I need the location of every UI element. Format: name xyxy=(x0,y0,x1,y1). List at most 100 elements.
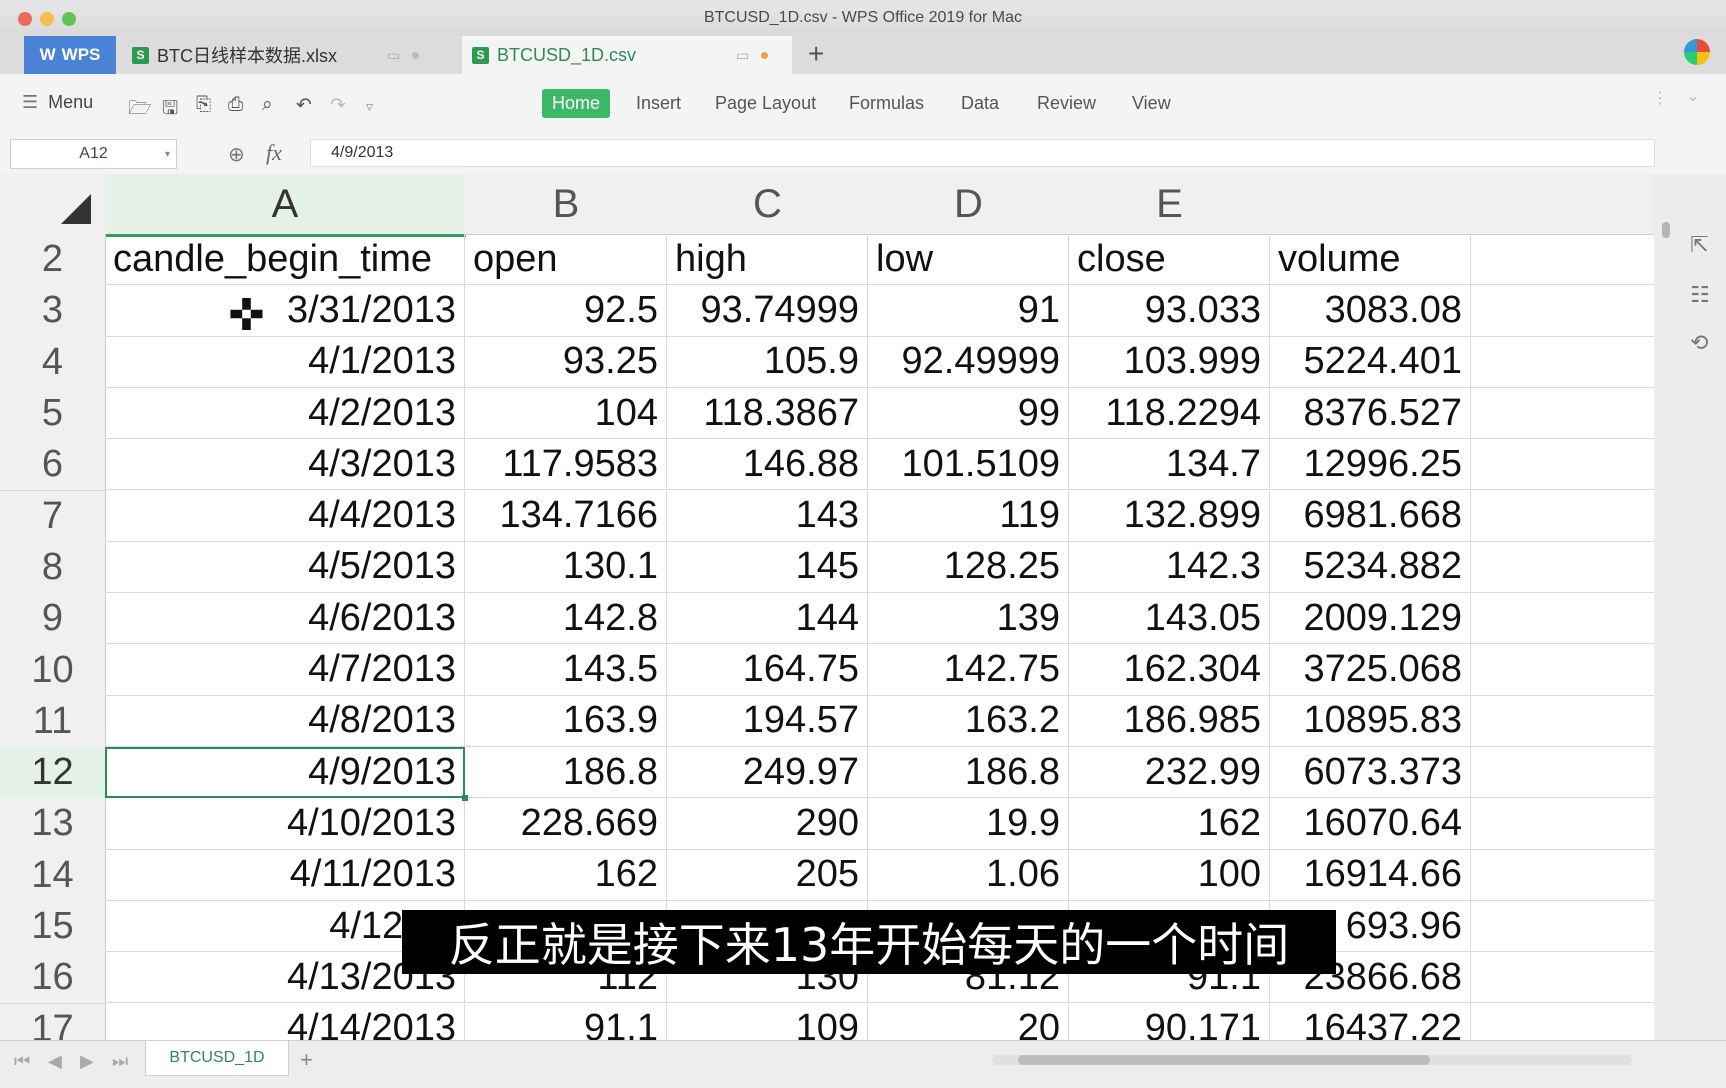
table-cell[interactable]: 99 xyxy=(868,387,1069,440)
table-cell[interactable]: 3/31/2013 xyxy=(105,285,465,337)
wps-home-tab[interactable]: W WPS xyxy=(24,36,116,74)
table-cell[interactable]: 12996.25 xyxy=(1270,439,1471,491)
table-cell[interactable]: 10895.83 xyxy=(1270,695,1471,747)
table-cell[interactable]: 134.7166 xyxy=(465,490,667,542)
table-cell[interactable]: 103.999 xyxy=(1069,336,1270,388)
row-header[interactable]: 8 xyxy=(0,541,106,595)
customize-toolbar-icon[interactable]: ▿ xyxy=(366,98,373,115)
row-header[interactable]: 17 xyxy=(0,1003,106,1040)
tab-data[interactable]: Data xyxy=(951,89,1009,118)
open-folder-icon[interactable]: 🗁 xyxy=(128,94,152,126)
table-cell[interactable] xyxy=(1471,439,1654,491)
table-cell[interactable]: 134.7 xyxy=(1069,439,1270,491)
table-cell[interactable] xyxy=(1471,644,1654,696)
tab-btc-xlsx[interactable]: S BTC日线样本数据.xlsx ▭ xyxy=(122,36,452,74)
table-cell[interactable] xyxy=(1471,850,1654,901)
row-header[interactable]: 3 xyxy=(0,285,106,338)
table-cell[interactable]: 130.1 xyxy=(465,541,667,594)
name-box[interactable]: A12 ▾ xyxy=(10,139,177,169)
prev-sheet-icon[interactable]: ◀ xyxy=(48,1051,62,1072)
tab-preview-icon[interactable]: ▭ xyxy=(736,47,749,64)
table-cell[interactable]: 232.99 xyxy=(1069,747,1270,799)
tab-page-layout[interactable]: Page Layout xyxy=(705,89,826,118)
table-cell[interactable]: 4/7/2013 xyxy=(105,644,465,696)
table-cell[interactable] xyxy=(1471,388,1654,440)
user-avatar[interactable] xyxy=(1684,39,1710,65)
row-header[interactable]: 15 xyxy=(0,900,106,954)
table-cell[interactable] xyxy=(1471,542,1654,594)
table-cell[interactable]: 8376.527 xyxy=(1270,387,1471,440)
table-cell[interactable]: 4/10/2013 xyxy=(105,798,465,850)
table-cell[interactable]: 93.74999 xyxy=(667,285,868,337)
tab-view[interactable]: View xyxy=(1122,89,1181,118)
table-cell[interactable]: 5224.401 xyxy=(1270,336,1471,388)
table-cell[interactable]: 194.57 xyxy=(667,695,868,747)
header-cell[interactable]: volume xyxy=(1270,234,1471,286)
table-cell[interactable]: 4/5/2013 xyxy=(105,541,465,594)
first-sheet-icon[interactable]: ⏮ xyxy=(14,1051,30,1072)
horizontal-scrollbar-thumb[interactable] xyxy=(1018,1055,1430,1065)
tab-review[interactable]: Review xyxy=(1027,89,1106,118)
fill-handle[interactable] xyxy=(462,795,468,802)
header-cell[interactable]: open xyxy=(465,234,667,286)
table-cell[interactable]: 4/2/2013 xyxy=(105,387,465,440)
table-cell[interactable] xyxy=(1471,285,1654,337)
row-header[interactable]: 6 xyxy=(0,439,106,492)
undo-icon[interactable]: ↶ xyxy=(296,94,312,117)
table-cell[interactable]: 142.8 xyxy=(465,593,667,645)
table-cell[interactable]: 6981.668 xyxy=(1270,490,1471,542)
column-header-f[interactable] xyxy=(1270,174,1472,235)
table-cell[interactable]: 100 xyxy=(1069,849,1270,901)
table-cell[interactable] xyxy=(1471,696,1654,747)
table-cell[interactable]: 104 xyxy=(465,387,667,440)
table-cell[interactable]: 4/9/2013 xyxy=(105,747,465,799)
table-cell[interactable]: 5234.882 xyxy=(1270,541,1471,594)
more-options-icon[interactable]: ⋮ xyxy=(1652,88,1668,108)
column-header-c[interactable]: C xyxy=(667,174,869,235)
table-cell[interactable]: 290 xyxy=(667,798,868,850)
table-cell[interactable]: 163.2 xyxy=(868,695,1069,747)
export-icon[interactable]: ⎘ xyxy=(196,94,211,116)
table-cell[interactable]: 143.5 xyxy=(465,644,667,696)
header-cell[interactable]: candle_begin_time xyxy=(105,234,465,286)
formula-input[interactable]: 4/9/2013 xyxy=(310,139,1655,167)
table-cell[interactable]: 144 xyxy=(667,593,868,645)
menu-button[interactable]: ☰ Menu xyxy=(22,92,93,113)
table-cell[interactable] xyxy=(1471,234,1654,286)
table-cell[interactable]: 119 xyxy=(868,490,1069,542)
table-cell[interactable]: 90.171 xyxy=(1069,1003,1270,1040)
row-header[interactable]: 9 xyxy=(0,593,106,646)
collapse-ribbon-icon[interactable]: ⌄ xyxy=(1686,86,1699,106)
column-header-g[interactable] xyxy=(1471,174,1654,235)
column-header-a[interactable]: A xyxy=(105,174,466,237)
table-cell[interactable]: 16437.22 xyxy=(1270,1003,1471,1040)
table-cell[interactable]: 143 xyxy=(667,490,868,542)
table-cell[interactable]: 228.669 xyxy=(465,798,667,850)
redo-icon[interactable]: ↷ xyxy=(330,94,346,117)
table-cell[interactable]: 249.97 xyxy=(667,747,868,799)
column-header-e[interactable]: E xyxy=(1069,174,1271,235)
tab-preview-icon[interactable]: ▭ xyxy=(387,47,400,64)
table-cell[interactable]: 132.899 xyxy=(1069,490,1270,542)
table-cell[interactable]: 3725.068 xyxy=(1270,644,1471,696)
row-header[interactable]: 12 xyxy=(0,747,106,800)
table-cell[interactable] xyxy=(1471,798,1654,850)
table-cell[interactable]: 162.304 xyxy=(1069,644,1270,696)
table-cell[interactable] xyxy=(1471,491,1654,542)
print-preview-icon[interactable]: ⌕ xyxy=(262,94,273,116)
table-cell[interactable]: 139 xyxy=(868,593,1069,645)
row-header[interactable]: 5 xyxy=(0,387,106,441)
table-cell[interactable] xyxy=(1471,952,1654,1004)
table-cell[interactable]: 2009.129 xyxy=(1270,593,1471,645)
row-header[interactable]: 4 xyxy=(0,336,106,389)
column-header-b[interactable]: B xyxy=(465,174,668,235)
table-cell[interactable]: 93.25 xyxy=(465,336,667,388)
table-cell[interactable]: 109 xyxy=(667,1003,868,1040)
tab-btcusd-csv[interactable]: S BTCUSD_1D.csv ▭ xyxy=(462,36,792,74)
table-cell[interactable]: 142.75 xyxy=(868,644,1069,696)
table-cell[interactable]: 20 xyxy=(868,1003,1069,1040)
table-cell[interactable]: 4/11/2013 xyxy=(105,849,465,901)
tab-home[interactable]: Home xyxy=(542,89,611,118)
add-sheet-button[interactable]: + xyxy=(300,1047,313,1073)
table-cell[interactable]: 162 xyxy=(1069,798,1270,850)
